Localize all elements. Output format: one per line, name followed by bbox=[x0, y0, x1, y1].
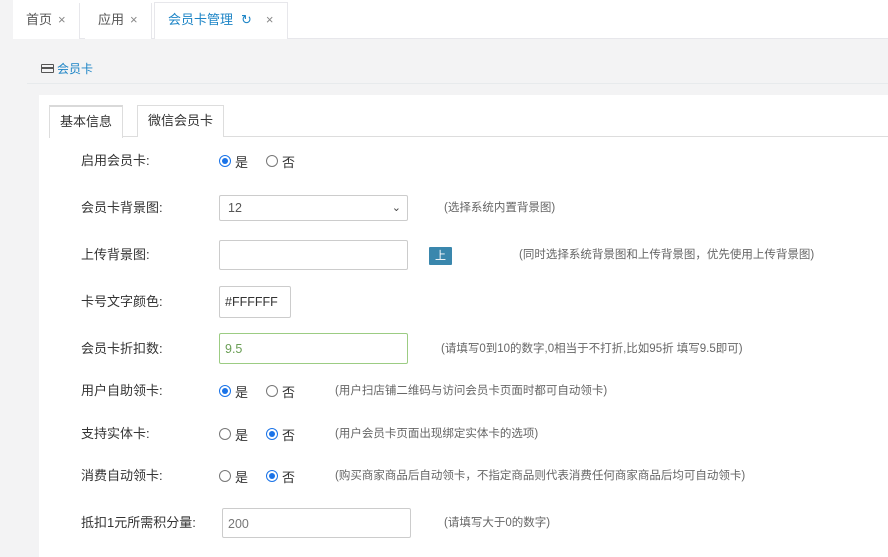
radio-yes-label: 是 bbox=[235, 384, 249, 400]
auto-claim-radios: 是 否 bbox=[219, 461, 313, 491]
physical-card-hint: (用户会员卡页面出现绑定实体卡的选项) bbox=[335, 428, 539, 440]
form-tabs: 基本信息 微信会员卡 bbox=[49, 105, 888, 138]
close-icon[interactable]: × bbox=[58, 12, 66, 27]
tab-home-label: 首页 bbox=[26, 12, 53, 27]
discount-hint: (请填写0到10的数字,0相当于不打折,比如95折 填写9.5即可) bbox=[441, 343, 743, 355]
self-claim-radios: 是 否 bbox=[219, 376, 313, 406]
upload-path-input[interactable] bbox=[219, 240, 408, 270]
auto-claim-hint: (购买商家商品后自动领卡，不指定商品则代表消费任何商家商品后均可自动领卡) bbox=[335, 470, 746, 482]
breadcrumb-label: 会员卡 bbox=[57, 62, 94, 76]
tab-bar: 首页 × 应用 × 会员卡管理 ↻ × bbox=[13, 0, 888, 40]
points-input[interactable]: 200 bbox=[222, 508, 411, 538]
credit-card-icon bbox=[41, 64, 54, 73]
breadcrumb: 会员卡 bbox=[27, 49, 888, 84]
upload-label: 上传背景图: bbox=[81, 247, 150, 262]
enable-card-label: 启用会员卡: bbox=[81, 153, 150, 168]
physical-card-radios: 是 否 bbox=[219, 419, 313, 449]
tab-apps-label: 应用 bbox=[98, 12, 125, 27]
background-hint: (选择系统内置背景图) bbox=[444, 202, 556, 214]
radio-yes[interactable]: 是 bbox=[219, 467, 248, 486]
radio-yes-label: 是 bbox=[235, 469, 249, 485]
content-area: 会员卡 基本信息 微信会员卡 启用会员卡: 是 否 会员卡背景图: 12 ⌄ (… bbox=[13, 39, 888, 557]
radio-no-label: 否 bbox=[282, 469, 296, 485]
text-color-input[interactable]: #FFFFFF bbox=[219, 286, 291, 318]
breadcrumb-item[interactable]: 会员卡 bbox=[41, 60, 93, 77]
radio-no[interactable]: 否 bbox=[266, 467, 295, 486]
tab-home[interactable]: 首页 × bbox=[13, 3, 80, 39]
points-label: 抵扣1元所需积分量: bbox=[81, 515, 196, 530]
radio-no-label: 否 bbox=[282, 427, 296, 443]
tab-membership-label: 会员卡管理 bbox=[168, 12, 234, 27]
tab-apps[interactable]: 应用 × bbox=[85, 3, 152, 39]
background-select-value: 12 bbox=[228, 201, 242, 215]
form-panel: 基本信息 微信会员卡 启用会员卡: 是 否 会员卡背景图: 12 ⌄ (选择系统… bbox=[39, 95, 888, 557]
radio-checked-icon[interactable] bbox=[219, 385, 231, 397]
close-icon[interactable]: × bbox=[130, 12, 138, 27]
radio-no[interactable]: 否 bbox=[266, 425, 295, 444]
self-claim-label: 用户自助领卡: bbox=[81, 383, 163, 398]
close-icon[interactable]: × bbox=[266, 12, 274, 27]
radio-no-label: 否 bbox=[282, 384, 296, 400]
radio-checked-icon[interactable] bbox=[266, 428, 279, 440]
radio-yes[interactable]: 是 bbox=[219, 152, 248, 171]
refresh-icon[interactable]: ↻ bbox=[241, 12, 252, 27]
discount-label: 会员卡折扣数: bbox=[81, 341, 163, 356]
physical-card-label: 支持实体卡: bbox=[81, 426, 150, 441]
radio-unchecked-icon[interactable] bbox=[219, 428, 231, 440]
radio-no[interactable]: 否 bbox=[266, 152, 295, 171]
radio-unchecked-icon[interactable] bbox=[266, 385, 279, 397]
self-claim-hint: (用户扫店铺二维码与访问会员卡页面时都可自动领卡) bbox=[335, 385, 608, 397]
points-hint: (请填写大于0的数字) bbox=[444, 517, 551, 529]
radio-yes-label: 是 bbox=[235, 154, 249, 170]
tab-wechat-card[interactable]: 微信会员卡 bbox=[137, 105, 225, 137]
radio-no-label: 否 bbox=[282, 154, 296, 170]
tab-membership-card-management[interactable]: 会员卡管理 ↻ × bbox=[154, 2, 288, 40]
tab-basic-info[interactable]: 基本信息 bbox=[49, 105, 124, 138]
text-color-label: 卡号文字颜色: bbox=[81, 294, 163, 309]
radio-yes[interactable]: 是 bbox=[219, 382, 248, 401]
radio-checked-icon[interactable] bbox=[266, 470, 279, 482]
auto-claim-label: 消费自动领卡: bbox=[81, 468, 163, 483]
radio-no[interactable]: 否 bbox=[266, 382, 295, 401]
left-strip bbox=[0, 0, 13, 557]
upload-image-button[interactable]: 上传图片 bbox=[429, 247, 452, 316]
chevron-down-icon: ⌄ bbox=[391, 202, 401, 214]
radio-unchecked-icon[interactable] bbox=[266, 155, 279, 167]
background-select[interactable]: 12 ⌄ bbox=[219, 195, 408, 221]
radio-yes[interactable]: 是 bbox=[219, 425, 248, 444]
radio-checked-icon[interactable] bbox=[219, 155, 231, 167]
background-label: 会员卡背景图: bbox=[81, 200, 163, 215]
upload-hint: (同时选择系统背景图和上传背景图，优先使用上传背景图) bbox=[519, 249, 815, 261]
enable-card-radios: 是 否 bbox=[219, 146, 313, 176]
radio-yes-label: 是 bbox=[235, 427, 249, 443]
radio-unchecked-icon[interactable] bbox=[219, 470, 231, 482]
discount-input[interactable]: 9.5 bbox=[219, 333, 408, 364]
